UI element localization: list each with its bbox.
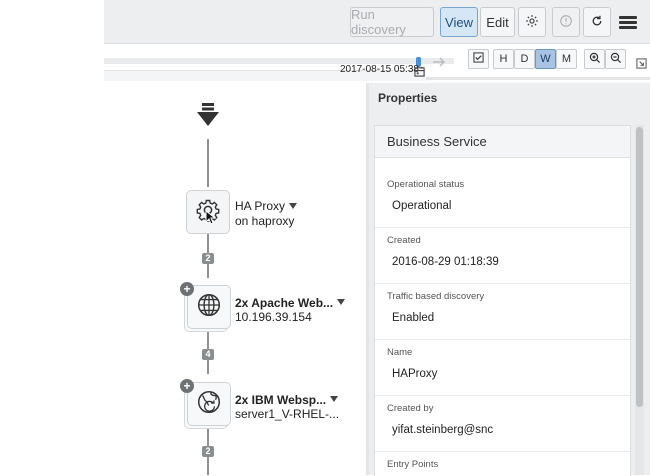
globe-refresh-icon [196,389,222,420]
timeline-date: 2017-08-15 05:38 [340,64,419,75]
connection-count-badge: 2 [202,446,214,457]
node-menu-caret-icon[interactable] [337,299,345,305]
connection-count-badge: 4 [202,349,214,360]
field-value-traffic-discovery: Enabled [392,312,435,324]
zoom-in-button[interactable] [584,49,605,69]
expand-plus-icon[interactable]: + [180,379,194,393]
node-menu-caret-icon[interactable] [289,203,297,209]
node-title[interactable]: 2x IBM Websp... [235,393,326,407]
field-value-created: 2016-08-29 01:18:39 [392,256,499,268]
field-label-created: Created [387,235,421,246]
scrollbar-thumb[interactable] [636,127,643,407]
info-icon [559,14,573,31]
divider [375,395,630,396]
field-label-name: Name [387,347,413,358]
node-icon-box[interactable] [186,190,230,234]
node-title[interactable]: HA Proxy [235,199,285,213]
view-button[interactable]: View [440,7,478,37]
divider [375,227,630,228]
node-icon-box[interactable] [187,285,231,329]
scale-button-d[interactable]: D [514,49,535,69]
collapse-panel-icon[interactable] [636,56,647,74]
node-title[interactable]: 2x Apache Web... [235,296,333,310]
field-value-name: HAProxy [392,368,438,380]
arrow-right-icon[interactable] [432,54,446,72]
connection-count-badge: 2 [202,253,214,264]
card-title: Business Service [375,126,630,158]
gear-icon [525,14,539,31]
scale-button-w[interactable]: W [535,49,556,69]
properties-card: Business Service Operational status Oper… [374,125,631,476]
refresh-icon [590,14,604,31]
menu-icon[interactable] [619,14,637,31]
zoom-out-button[interactable] [605,49,626,69]
divider [375,451,630,452]
node-menu-caret-icon[interactable] [330,396,338,402]
node-subtitle: 10.196.39.154 [235,310,312,324]
select-all-button[interactable] [468,49,489,69]
toolbar: Run discovery View Edit [104,0,650,44]
cursor-icon [205,209,217,230]
connector-line [207,139,209,187]
entry-point-icon[interactable] [196,103,220,132]
run-discovery-button[interactable]: Run discovery [350,7,434,37]
field-label-traffic-discovery: Traffic based discovery [387,291,485,302]
scale-button-h[interactable]: H [493,49,514,69]
calendar-icon[interactable] [414,64,425,82]
scale-button-m[interactable]: M [556,49,577,69]
globe-icon [196,292,222,323]
node-subtitle: on haproxy [235,214,295,228]
zoom-in-icon [589,52,601,67]
refresh-button[interactable] [583,7,611,37]
checkbox-icon [473,52,484,66]
edit-button[interactable]: Edit [480,7,515,37]
field-label-created-by: Created by [387,403,434,414]
properties-scrollbar[interactable] [635,125,644,475]
node-icon-box[interactable] [187,382,231,426]
info-button[interactable] [552,7,580,37]
service-map-canvas[interactable]: HA Proxy on haproxy 2 + 2x Apache Web...… [104,83,366,475]
field-label-entry-points: Entry Points [387,459,439,470]
divider [375,339,630,340]
settings-button[interactable] [518,7,546,37]
divider [375,283,630,284]
expand-plus-icon[interactable]: + [180,282,194,296]
field-label-operational-status: Operational status [387,179,465,190]
field-value-created-by: yifat.steinberg@snc [392,424,494,436]
zoom-out-icon [610,52,622,67]
timeline-bar: 2017-08-15 05:38 H D W M [104,44,650,82]
field-value-operational-status: Operational [392,200,452,212]
node-subtitle: server1_V-RHEL-... [235,407,340,421]
properties-panel: Properties Business Service Operational … [369,83,650,476]
properties-header: Properties [378,91,438,105]
